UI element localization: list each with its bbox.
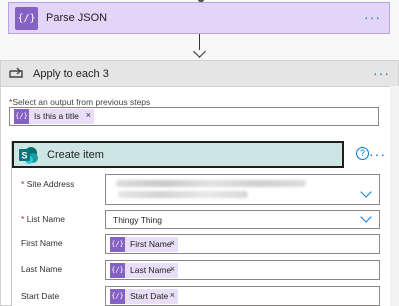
select-output-label: *Select an output from previous steps <box>9 97 151 107</box>
dynamic-content-icon: {/} <box>110 237 125 252</box>
help-icon[interactable]: ? <box>356 147 369 160</box>
first-name-token[interactable]: {/} First Name × <box>110 237 178 252</box>
chevron-down-icon[interactable] <box>360 211 372 223</box>
scrollbar[interactable] <box>390 86 399 306</box>
create-item-header[interactable]: S Create item <box>12 141 344 168</box>
dynamic-content-icon: {/} <box>110 263 125 278</box>
redacted-site-address <box>116 180 306 187</box>
token-label: Start Date <box>130 291 169 301</box>
parse-json-action-card[interactable]: {/} Parse JSON ··· <box>8 2 390 34</box>
start-date-token[interactable]: {/} Start Date × <box>110 289 178 304</box>
apply-to-each-header[interactable]: Apply to each 3 ··· <box>1 61 398 87</box>
apply-to-each-card: Apply to each 3 ··· *Select an output fr… <box>0 60 399 306</box>
dynamic-content-icon: {/} <box>14 109 29 124</box>
list-name-value: Thingy Thing <box>113 215 162 225</box>
token-remove-button[interactable]: × <box>170 238 175 248</box>
token-remove-button[interactable]: × <box>170 264 175 274</box>
redacted-site-address-2 <box>118 191 248 198</box>
first-name-input[interactable]: {/} First Name × <box>105 234 380 254</box>
list-name-label: * List Name <box>21 214 65 224</box>
parse-json-title: Parse JSON <box>46 12 108 24</box>
first-name-label: First Name <box>21 238 63 248</box>
site-address-label: * Site Address <box>21 179 75 189</box>
curly-braces-icon: {/} <box>15 7 38 30</box>
token-label: First Name <box>130 239 172 249</box>
token-remove-button[interactable]: × <box>170 290 175 300</box>
site-address-dropdown[interactable] <box>105 174 380 205</box>
is-this-a-title-token[interactable]: {/} Is this a title × <box>14 109 94 124</box>
last-name-token[interactable]: {/} Last Name × <box>110 263 178 278</box>
apply-to-each-title: Apply to each 3 <box>33 68 109 80</box>
apply-to-each-menu-button[interactable]: ··· <box>373 66 390 80</box>
start-date-label: Start Date <box>21 291 60 301</box>
token-label: Last Name <box>130 265 172 275</box>
connector-arrow-icon <box>193 45 206 58</box>
create-item-title: Create item <box>47 149 104 161</box>
list-name-dropdown[interactable]: Thingy Thing <box>105 210 380 229</box>
create-item-card: S Create item ? ··· * Site Address * Lis… <box>11 141 391 306</box>
token-remove-button[interactable]: × <box>86 110 91 120</box>
parse-json-menu-button[interactable]: ··· <box>364 10 381 24</box>
svg-text:S: S <box>21 151 27 161</box>
token-label: Is this a title <box>34 111 79 121</box>
last-name-input[interactable]: {/} Last Name × <box>105 260 380 280</box>
dynamic-content-icon: {/} <box>110 289 125 304</box>
loop-icon <box>9 67 23 78</box>
chevron-down-icon[interactable] <box>360 186 372 198</box>
last-name-label: Last Name <box>21 264 63 274</box>
sharepoint-icon: S <box>19 147 38 164</box>
select-output-input[interactable]: {/} Is this a title × <box>9 107 379 126</box>
start-date-input[interactable]: {/} Start Date × <box>105 286 380 306</box>
create-item-menu-button[interactable]: ··· <box>369 147 386 161</box>
